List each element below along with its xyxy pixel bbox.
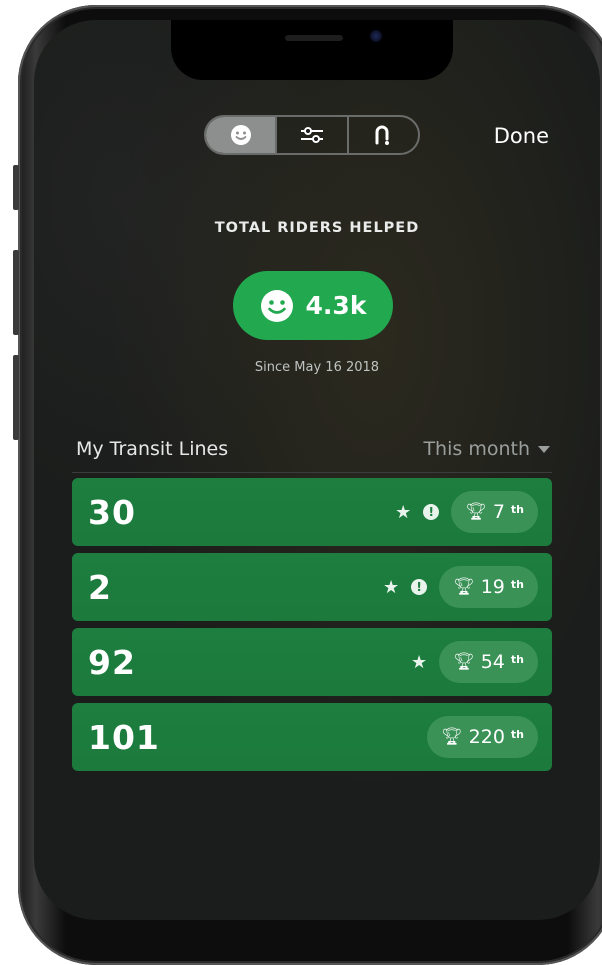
background-map [34, 20, 600, 920]
transit-lines-list: 30 ★ ! 🏆︎ 7 th 2 ★ ! 🏆︎ 19 th 92 ★ 🏆︎ 54 th [72, 478, 552, 778]
speaker [285, 35, 343, 41]
period-dropdown[interactable]: This month [423, 438, 550, 460]
smiley-icon [260, 289, 293, 322]
view-segmented-control [204, 115, 420, 155]
rank-suffix: th [510, 652, 524, 666]
volume-up-button [13, 250, 19, 335]
list-item[interactable]: 92 ★ 🏆︎ 54 th [72, 628, 552, 696]
since-date: Since May 16 2018 [254, 360, 380, 375]
rank-value: 54 [480, 651, 505, 673]
rank-value: 7 [492, 501, 505, 523]
tab-riders[interactable] [206, 117, 276, 153]
route-icon [375, 125, 390, 145]
star-icon: ★ [382, 576, 400, 598]
rank-value: 19 [480, 576, 505, 598]
riders-helped-value: 4.3k [305, 291, 367, 320]
list-item[interactable]: 2 ★ ! 🏆︎ 19 th [72, 553, 552, 621]
section-title: My Transit Lines [76, 438, 229, 460]
trophy-icon: 🏆︎ [465, 502, 487, 522]
star-icon: ★ [395, 501, 412, 523]
rank-badge: 🏆︎ 220 th [427, 716, 538, 758]
rank-badge: 🏆︎ 54 th [439, 641, 538, 683]
line-number: 30 [88, 492, 136, 532]
list-item[interactable]: 30 ★ ! 🏆︎ 7 th [72, 478, 552, 546]
divider [72, 472, 552, 473]
list-item[interactable]: 101 🏆︎ 220 th [72, 703, 552, 771]
star-icon: ★ [410, 651, 428, 673]
line-number: 2 [88, 567, 112, 607]
tab-route[interactable] [346, 117, 418, 153]
period-label: This month [423, 438, 530, 460]
tab-settings[interactable] [275, 117, 346, 153]
feedback-icon: ! [423, 504, 440, 520]
total-riders-title: TOTAL RIDERS HELPED [214, 220, 420, 236]
rank-suffix: th [510, 577, 524, 591]
feedback-icon: ! [411, 579, 428, 595]
riders-helped-badge: 4.3k [233, 271, 393, 340]
app-screen: Done TOTAL RIDERS HELPED 4.3k Since May … [34, 20, 600, 920]
rank-value: 220 [468, 726, 505, 748]
rank-suffix: th [510, 727, 524, 741]
rank-badge: 🏆︎ 19 th [439, 566, 538, 608]
chevron-down-icon [538, 445, 550, 453]
line-number: 101 [88, 717, 160, 757]
rank-badge: 🏆︎ 7 th [451, 491, 538, 533]
sliders-icon [300, 127, 323, 143]
mute-switch [13, 165, 19, 210]
front-camera [370, 30, 382, 42]
notch [171, 20, 453, 80]
line-number: 92 [88, 642, 136, 682]
smiley-icon [230, 125, 251, 145]
trophy-icon: 🏆︎ [453, 652, 475, 672]
volume-down-button [13, 355, 19, 440]
trophy-icon: 🏆︎ [453, 577, 475, 597]
rank-suffix: th [510, 502, 524, 516]
trophy-icon: 🏆︎ [441, 727, 463, 747]
done-button[interactable]: Done [494, 124, 549, 148]
